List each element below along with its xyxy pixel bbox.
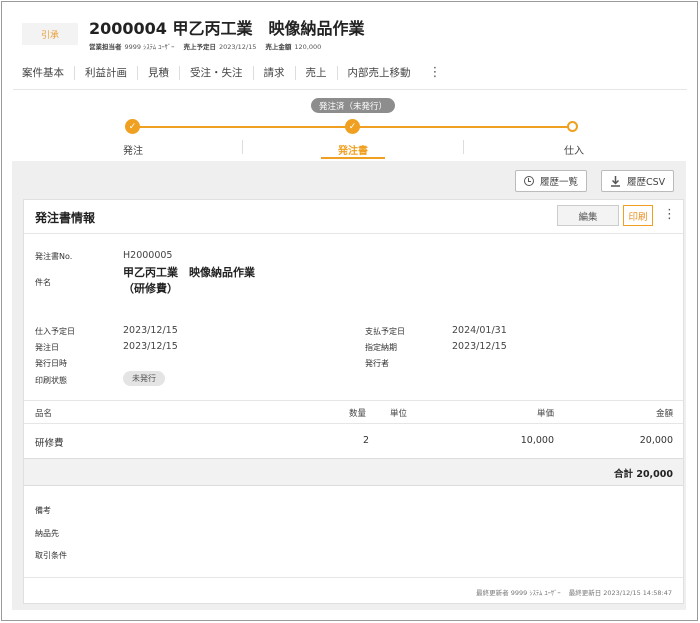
tab-project-basic[interactable]: 案件基本 <box>22 66 75 80</box>
tab-billing[interactable]: 請求 <box>254 66 296 80</box>
page-title: 2000004 甲乙丙工業 映像納品作業 <box>89 19 365 38</box>
edit-button[interactable]: 編集 <box>557 205 619 226</box>
footer-meta: 最終更新者 9999 ｼｽﾃﾑ ﾕｰｻﾞｰ 最終更新日 2023/12/15 1… <box>476 587 672 597</box>
meta-sales-amount: 売上金額 120,000 <box>265 43 322 51</box>
delivery-date-label: 指定納期 <box>365 343 397 352</box>
updated-at: 最終更新日 2023/12/15 14:58:47 <box>568 589 672 597</box>
issuer-label: 発行者 <box>365 359 389 368</box>
tab-order-status[interactable]: 受注・失注 <box>180 66 254 80</box>
history-list-button[interactable]: 履歴一覧 <box>515 170 588 192</box>
payment-date-label: 支払予定日 <box>365 327 405 336</box>
po-no-label: 発注書No. <box>35 252 73 261</box>
meta-sales-rep: 営業担当者 9999 ｼｽﾃﾑ ﾕｰｻﾞｰ <box>89 43 175 51</box>
print-status-badge: 未発行 <box>123 371 165 386</box>
tab-sales[interactable]: 売上 <box>296 66 338 80</box>
step-po-label[interactable]: 発注書 <box>338 142 368 157</box>
step-separator <box>463 140 464 154</box>
row-qty: 2 <box>363 435 370 446</box>
tab-profit-plan[interactable]: 利益計画 <box>75 66 138 80</box>
meta-sales-date: 売上予定日 2023/12/15 <box>183 43 257 51</box>
step-purchase-label[interactable]: 仕入 <box>564 142 584 157</box>
tabs-divider <box>13 89 687 90</box>
delivery-place-label: 納品先 <box>35 529 59 538</box>
order-status-pill: 発注済（未発行） <box>311 98 395 113</box>
status-badge: 引承 <box>22 23 78 45</box>
tab-estimate[interactable]: 見積 <box>138 66 180 80</box>
order-date-value: 2023/12/15 <box>123 341 178 352</box>
trade-terms-label: 取引条件 <box>35 551 67 560</box>
subject-value: 甲乙丙工業 映像納品作業 （研修費） <box>123 266 255 295</box>
active-step-underline <box>321 157 385 159</box>
row-price: 10,000 <box>520 435 554 446</box>
footer-divider <box>24 577 683 578</box>
col-unit-header: 単位 <box>390 409 408 419</box>
print-button[interactable]: 印刷 <box>623 205 653 226</box>
col-qty-header: 数量 <box>349 409 367 419</box>
col-item-header: 品名 <box>35 409 53 419</box>
col-price-header: 単価 <box>536 409 554 419</box>
download-icon <box>611 175 620 187</box>
subject-label: 件名 <box>35 278 51 287</box>
clock-icon <box>524 176 534 186</box>
total-amount: 合計 20,000 <box>614 469 673 480</box>
purchase-date-value: 2023/12/15 <box>123 325 178 336</box>
table-header-divider <box>24 423 683 424</box>
issue-datetime-label: 発行日時 <box>35 359 67 368</box>
updated-by: 最終更新者 9999 ｼｽﾃﾑ ﾕｰｻﾞｰ <box>476 589 561 597</box>
delivery-date-value: 2023/12/15 <box>452 341 507 352</box>
more-menu-icon[interactable]: ⋮ <box>421 66 450 80</box>
row-item: 研修費 <box>35 438 64 449</box>
row-amount: 20,000 <box>639 435 673 446</box>
step-purchase-circle-icon <box>567 121 578 132</box>
remarks-label: 備考 <box>35 506 51 515</box>
step-order-check-icon: ✓ <box>125 119 140 134</box>
card-title: 発注書情報 <box>35 211 96 225</box>
print-status-label: 印刷状態 <box>35 376 67 385</box>
total-band <box>24 458 683 486</box>
step-po-check-icon: ✓ <box>345 119 360 134</box>
step-order-label[interactable]: 発注 <box>123 142 143 157</box>
payment-date-value: 2024/01/31 <box>452 325 507 336</box>
col-amount-header: 金額 <box>655 409 673 419</box>
history-csv-button[interactable]: 履歴CSV <box>601 170 675 192</box>
tab-internal-sales-transfer[interactable]: 内部売上移動 <box>338 66 421 80</box>
table-top-divider <box>24 400 683 401</box>
po-no-value: H2000005 <box>123 250 173 261</box>
header-meta: 営業担当者 9999 ｼｽﾃﾑ ﾕｰｻﾞｰ 売上予定日 2023/12/15 売上金… <box>89 41 321 51</box>
card-header-divider <box>24 233 683 234</box>
card-more-icon[interactable]: ⋮ <box>663 207 676 222</box>
step-separator <box>242 140 243 154</box>
tab-bar: 案件基本 利益計画 見積 受注・失注 請求 売上 内部売上移動 ⋮ <box>22 63 450 83</box>
purchase-date-label: 仕入予定日 <box>35 327 75 336</box>
order-date-label: 発注日 <box>35 343 59 352</box>
